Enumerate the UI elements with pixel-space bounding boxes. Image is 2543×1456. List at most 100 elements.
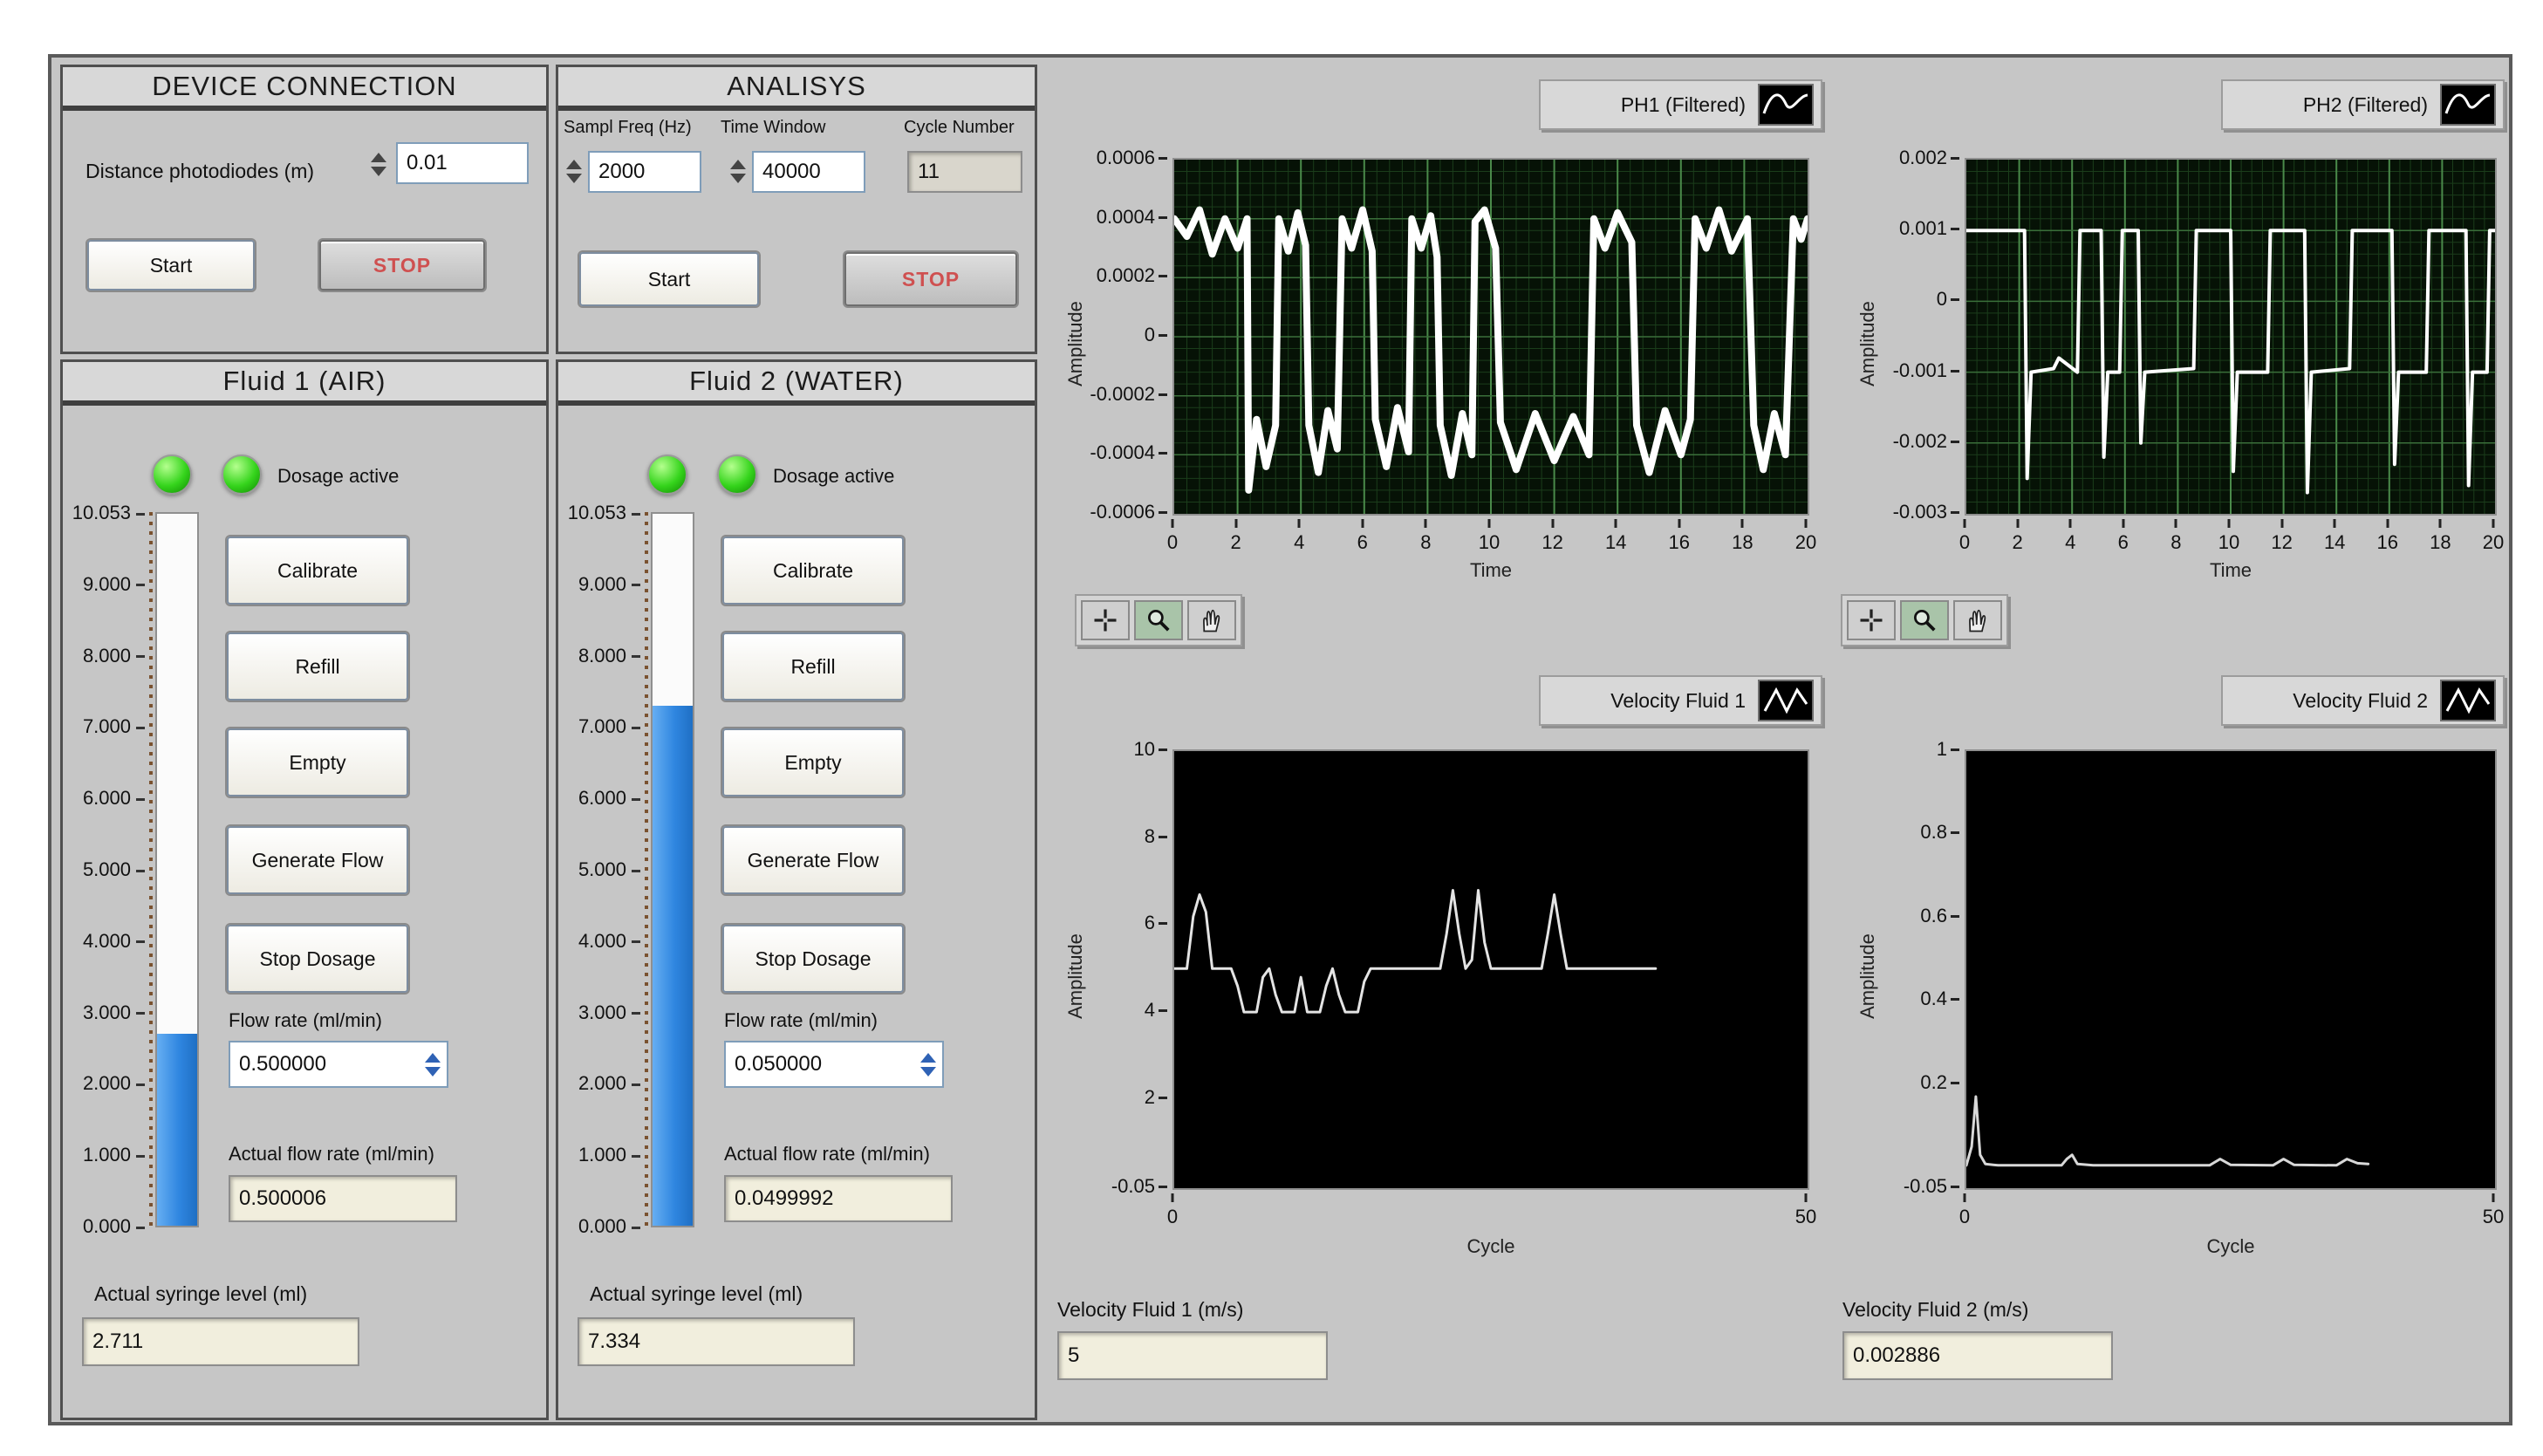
y-tick-label: 0 bbox=[1937, 288, 1947, 311]
fluid2-title: Fluid 2 (WATER) bbox=[558, 362, 1035, 406]
y-tick-mark bbox=[1951, 441, 1959, 443]
sine-wave-icon[interactable] bbox=[2440, 84, 2496, 126]
distance-input[interactable]: 0.01 bbox=[396, 142, 529, 184]
tank-tick: 4.000 bbox=[83, 930, 145, 953]
fluid1-flow-rate-spinner[interactable] bbox=[422, 1042, 443, 1086]
x-tick-label: 18 bbox=[2430, 531, 2451, 554]
fluid2-flow-rate-spinner[interactable] bbox=[918, 1042, 939, 1086]
spin-up-icon[interactable] bbox=[371, 153, 386, 162]
x-tick-mark bbox=[1805, 1193, 1808, 1202]
y-tick-mark bbox=[1159, 1009, 1167, 1012]
y-tick-label: 0.2 bbox=[1920, 1071, 1947, 1094]
y-tick-label: 0.8 bbox=[1920, 821, 1947, 844]
fluid1-tank-minor-ticks bbox=[149, 512, 153, 1227]
tank-tick: 10.053 bbox=[568, 502, 640, 524]
ph2-plot-area bbox=[1965, 158, 2497, 516]
tank-tick: 1.000 bbox=[83, 1144, 145, 1166]
velocity-fluid1-indicator: 5 bbox=[1057, 1331, 1328, 1380]
sampl-freq-input[interactable]: 2000 bbox=[588, 151, 701, 193]
analysis-start-button[interactable]: Start bbox=[579, 252, 759, 306]
fluid2-tank-scale: 10.053 9.000 8.000 7.000 6.000 5.000 4.0… bbox=[565, 502, 640, 1238]
hand-icon[interactable] bbox=[1187, 600, 1236, 640]
fluid1-generate-flow-button[interactable]: Generate Flow bbox=[227, 826, 408, 894]
y-tick-mark bbox=[1159, 452, 1167, 455]
hand-icon[interactable] bbox=[1953, 600, 2002, 640]
fluid1-refill-button[interactable]: Refill bbox=[227, 632, 408, 701]
fluid2-connection-led bbox=[647, 455, 687, 495]
x-tick-mark bbox=[1234, 519, 1237, 528]
crosshair-icon[interactable] bbox=[1847, 600, 1896, 640]
zigzag-wave-icon[interactable] bbox=[1758, 680, 1814, 721]
fluid2-stop-dosage-button[interactable]: Stop Dosage bbox=[722, 925, 904, 993]
fluid1-dosage-active-label: Dosage active bbox=[277, 465, 399, 488]
device-start-button[interactable]: Start bbox=[87, 240, 255, 291]
fluid1-stop-dosage-button[interactable]: Stop Dosage bbox=[227, 925, 408, 993]
analysis-stop-button[interactable]: STOP bbox=[844, 252, 1017, 306]
fluid1-calibrate-button[interactable]: Calibrate bbox=[227, 537, 408, 605]
analysis-panel: ANALISYS Sampl Freq (Hz) Time Window Cyc… bbox=[556, 65, 1037, 354]
velocity-fluid1-y-ticks: 108642-0.05 bbox=[1050, 749, 1169, 1190]
fluid1-empty-button[interactable]: Empty bbox=[227, 728, 408, 796]
x-tick-label: 18 bbox=[1732, 531, 1753, 554]
y-tick-mark bbox=[1951, 298, 1959, 301]
x-tick-label: 0 bbox=[1167, 531, 1178, 554]
spin-up-icon[interactable] bbox=[730, 160, 746, 169]
y-tick-label: -0.0002 bbox=[1090, 383, 1155, 406]
fluid2-calibrate-button[interactable]: Calibrate bbox=[722, 537, 904, 605]
zigzag-wave-icon[interactable] bbox=[2440, 680, 2496, 721]
tank-tick: 5.000 bbox=[83, 858, 145, 881]
y-tick-mark bbox=[1159, 1097, 1167, 1099]
spin-down-icon[interactable] bbox=[566, 174, 582, 183]
ph1-chart-title: PH1 (Filtered) bbox=[1621, 93, 1746, 117]
fluid2-panel: Fluid 2 (WATER) Dosage active 10.053 9.0… bbox=[556, 359, 1037, 1420]
sine-wave-icon[interactable] bbox=[1758, 84, 1814, 126]
velocity-fluid1-plot-area bbox=[1172, 749, 1809, 1190]
fluid2-flow-rate-input[interactable]: 0.050000 bbox=[724, 1041, 944, 1088]
distance-spinner[interactable] bbox=[368, 144, 389, 184]
fluid2-empty-button[interactable]: Empty bbox=[722, 728, 904, 796]
fluid1-tank-scale: 10.053 9.000 8.000 7.000 6.000 5.000 4.0… bbox=[70, 502, 145, 1238]
spin-down-icon[interactable] bbox=[730, 174, 746, 183]
fluid2-generate-flow-button[interactable]: Generate Flow bbox=[722, 826, 904, 894]
spin-down-icon[interactable] bbox=[371, 167, 386, 176]
sampl-freq-spinner[interactable] bbox=[564, 151, 584, 191]
tank-tick: 3.000 bbox=[578, 1001, 640, 1024]
ph1-plot-area bbox=[1172, 158, 1809, 516]
analysis-title: ANALISYS bbox=[558, 67, 1035, 111]
spin-down-icon[interactable] bbox=[425, 1067, 441, 1077]
spin-up-icon[interactable] bbox=[425, 1053, 441, 1063]
y-tick-mark bbox=[1951, 831, 1959, 834]
y-tick-mark bbox=[1159, 393, 1167, 396]
fluid1-flow-rate-input[interactable]: 0.500000 bbox=[229, 1041, 448, 1088]
magnifier-icon[interactable] bbox=[1134, 600, 1183, 640]
time-window-input[interactable]: 40000 bbox=[752, 151, 865, 193]
spin-down-icon[interactable] bbox=[920, 1067, 936, 1077]
fluid1-syringe-tank bbox=[155, 512, 199, 1227]
magnifier-icon[interactable] bbox=[1900, 600, 1949, 640]
y-tick-label: 0.4 bbox=[1920, 988, 1947, 1010]
distance-photodiodes-label: Distance photodiodes (m) bbox=[85, 160, 314, 183]
spin-up-icon[interactable] bbox=[920, 1053, 936, 1063]
device-stop-button[interactable]: STOP bbox=[319, 240, 485, 291]
y-tick-mark bbox=[1159, 157, 1167, 160]
x-tick-label: 0 bbox=[1167, 1206, 1178, 1228]
spin-up-icon[interactable] bbox=[566, 160, 582, 169]
fluid2-refill-button[interactable]: Refill bbox=[722, 632, 904, 701]
y-tick-label: 0.001 bbox=[1899, 217, 1947, 240]
y-tick-mark bbox=[1951, 749, 1959, 751]
x-tick-label: 14 bbox=[1605, 531, 1626, 554]
labview-front-panel: DEVICE CONNECTION Distance photodiodes (… bbox=[0, 0, 2543, 1456]
fluid2-syringe-level-indicator: 7.334 bbox=[578, 1317, 855, 1366]
x-tick-label: 6 bbox=[2118, 531, 2129, 554]
tank-tick: 9.000 bbox=[83, 573, 145, 596]
y-tick-mark bbox=[1159, 216, 1167, 219]
x-tick-mark bbox=[1298, 519, 1301, 528]
velocity-fluid2-y-ticks: 10.80.60.40.2-0.05 bbox=[1835, 749, 1961, 1190]
x-tick-mark bbox=[2334, 519, 2336, 528]
crosshair-icon[interactable] bbox=[1081, 600, 1130, 640]
tank-tick: 5.000 bbox=[578, 858, 640, 881]
time-window-spinner[interactable] bbox=[728, 151, 749, 191]
y-tick-mark bbox=[1951, 998, 1959, 1001]
ph2-graph-palette bbox=[1841, 594, 2008, 646]
x-tick-label: 12 bbox=[2271, 531, 2292, 554]
